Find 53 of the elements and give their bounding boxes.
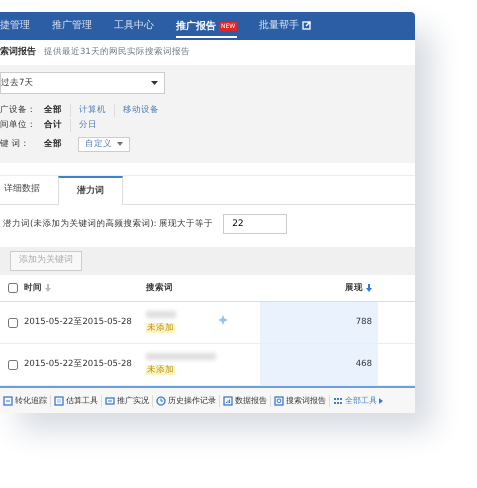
date-select[interactable]: 过去7天: [0, 72, 165, 94]
filter-option[interactable]: 全部: [44, 138, 70, 150]
page-description: 提供最近31天的网民实际搜索词报告: [44, 46, 190, 59]
checkbox[interactable]: [8, 318, 18, 328]
filter-option[interactable]: 全部: [44, 104, 70, 117]
nav-tab[interactable]: 捷管理: [0, 12, 30, 40]
column-header[interactable]: 时间: [24, 282, 42, 294]
status-tag: 未添加: [146, 322, 175, 333]
clock-icon: [156, 396, 166, 406]
caret-icon: [117, 142, 123, 146]
filter-label: 广设备：: [0, 104, 37, 117]
table-cell-text: 2015-05-22至2015-05-28: [24, 358, 133, 371]
monitor-icon: [105, 396, 115, 406]
checkbox[interactable]: [8, 360, 18, 370]
status-tag: 未添加: [146, 364, 175, 375]
tool-link[interactable]: 全部工具: [330, 394, 386, 406]
tool-link[interactable]: 估算工具: [51, 394, 102, 406]
table-cell: 788: [260, 302, 378, 343]
tab[interactable]: 详细数据: [0, 176, 58, 204]
nav-tab[interactable]: 工具中心: [114, 12, 154, 40]
table-cell: 468: [260, 344, 378, 385]
blurred-text: [146, 352, 216, 360]
nav-tab[interactable]: 批量帮手: [259, 12, 312, 40]
bar-chart-icon: [223, 396, 233, 406]
caret-right-icon: [379, 398, 383, 404]
filter-option[interactable]: 分日: [70, 119, 105, 132]
page-title: 索词报告: [0, 46, 36, 59]
tool-link[interactable]: 历史操作记录: [153, 394, 220, 406]
sparkle-icon: [218, 314, 228, 325]
grid-icon: [54, 396, 64, 406]
tool-link[interactable]: 数据报告: [220, 394, 271, 406]
square-icon: [3, 396, 13, 406]
column-header[interactable]: 展现: [345, 282, 363, 294]
filter-label: 键 词：: [0, 138, 31, 150]
column-header[interactable]: 搜索词: [146, 282, 173, 294]
threshold-input[interactable]: 22: [223, 214, 288, 234]
filter-option[interactable]: 移动设备: [114, 104, 167, 117]
grid-icon: [333, 396, 343, 406]
search-icon: [274, 396, 284, 406]
threshold-label: 潜力词(未添加为关键词的高频搜索词): 展现大于等于: [3, 218, 214, 230]
checkbox[interactable]: [8, 283, 18, 293]
filter-label: 间单位：: [0, 119, 37, 132]
tool-link[interactable]: 推广实况: [102, 394, 153, 406]
caret-icon: [151, 81, 158, 85]
table-cell-text: 2015-05-22至2015-05-28: [24, 316, 133, 329]
custom-dropdown[interactable]: 自定义: [78, 136, 130, 152]
nav-tab[interactable]: 推广管理: [52, 12, 92, 40]
filter-option[interactable]: 合计: [44, 119, 70, 132]
tab[interactable]: 潜力词: [58, 176, 123, 205]
tool-link[interactable]: 搜索词报告: [271, 394, 330, 406]
tool-link[interactable]: 转化追踪: [0, 394, 51, 406]
filter-option[interactable]: 计算机: [70, 104, 114, 117]
blurred-text: [146, 310, 176, 318]
